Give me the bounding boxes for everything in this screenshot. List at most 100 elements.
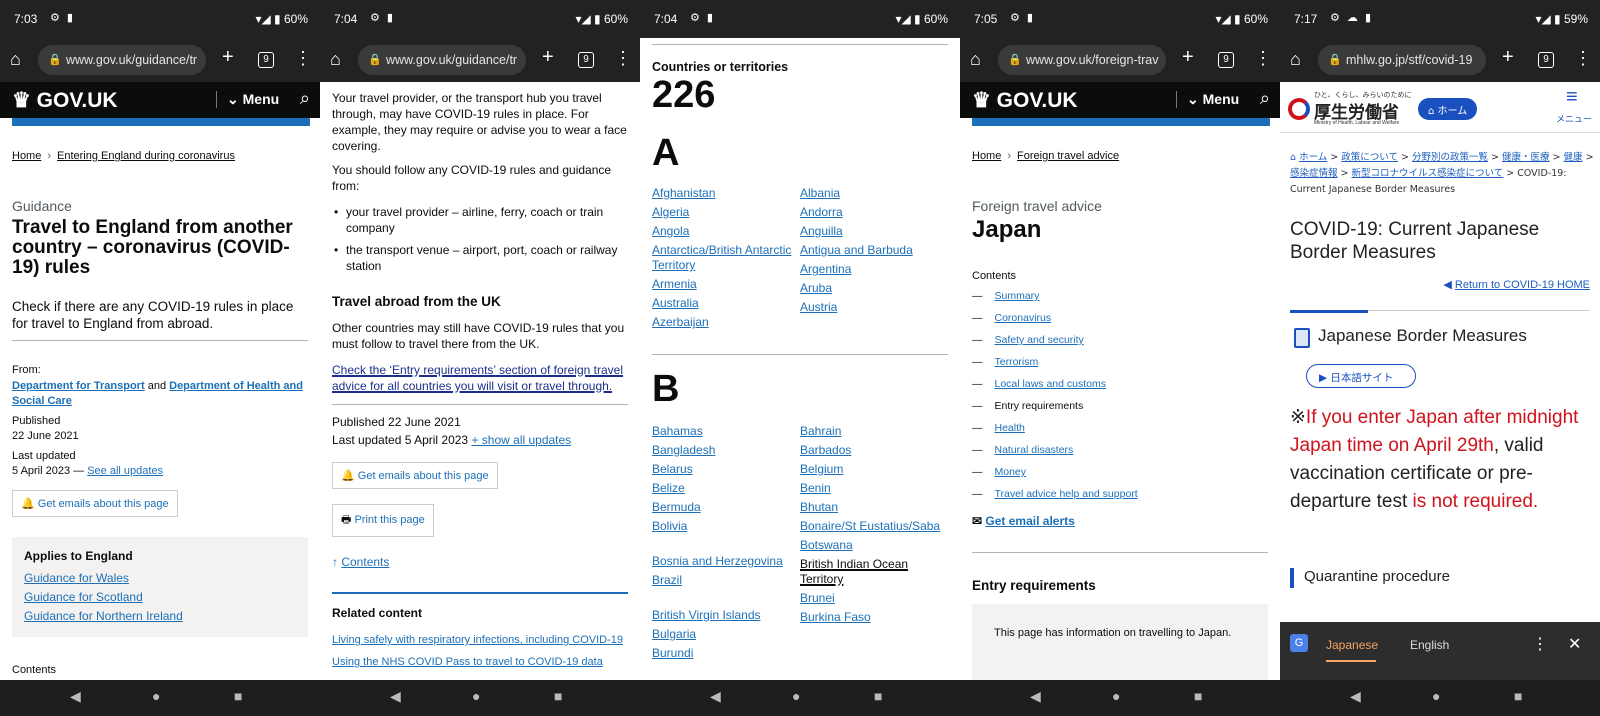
get-emails-button[interactable]: 🔔 Get emails about this page	[332, 462, 498, 489]
back-icon[interactable]: ◀	[1350, 688, 1361, 705]
breadcrumb-home[interactable]: Home	[12, 150, 41, 162]
country-link[interactable]: Bermuda	[652, 500, 797, 515]
tab-count-button[interactable]: 9	[578, 52, 594, 68]
country-link[interactable]: Argentina	[800, 262, 950, 277]
menu-label[interactable]: メニュー	[1556, 112, 1592, 125]
country-link[interactable]: Bahamas	[652, 424, 797, 439]
breadcrumb-item[interactable]: 健康	[1564, 152, 1583, 163]
related-link[interactable]: Living safely with respiratory infection…	[332, 634, 623, 646]
recents-icon[interactable]: ■	[1194, 688, 1202, 704]
contents-item[interactable]: — Summary	[972, 290, 1268, 312]
tab-count-button[interactable]: 9	[258, 52, 274, 68]
country-link[interactable]: Antigua and Barbuda	[800, 243, 950, 258]
country-link[interactable]: Botswana	[800, 538, 950, 553]
back-icon[interactable]: ◀	[70, 688, 81, 705]
contents-item[interactable]: — Money	[972, 466, 1268, 488]
contents-item[interactable]: — Health	[972, 422, 1268, 444]
country-link[interactable]: Barbados	[800, 443, 950, 458]
recents-icon[interactable]: ■	[234, 688, 242, 704]
address-bar[interactable]: 🔒 www.gov.uk/foreign-trav	[998, 45, 1166, 75]
more-options-icon[interactable]: ⋮	[1254, 48, 1272, 69]
contents-back-link[interactable]: ↑ Contents	[332, 554, 389, 570]
address-bar[interactable]: 🔒 mhlw.go.jp/stf/covid-19	[1318, 45, 1486, 75]
country-link[interactable]: Albania	[800, 186, 950, 201]
breadcrumb-item[interactable]: 分野別の政策一覧	[1412, 152, 1488, 163]
more-options-icon[interactable]: ⋮	[294, 48, 312, 69]
guidance-wales-link[interactable]: Guidance for Wales	[24, 569, 183, 588]
country-link[interactable]: Bolivia	[652, 519, 797, 534]
govuk-logo[interactable]: ♛ GOV.UK	[12, 88, 118, 113]
recents-icon[interactable]: ■	[554, 688, 562, 704]
country-link[interactable]: Antarctica/British Antarctic Territory	[652, 243, 797, 273]
menu-button[interactable]: ⌄ Menu	[1176, 91, 1239, 108]
menu-button[interactable]: ⌄ Menu	[216, 91, 279, 108]
new-tab-icon[interactable]: +	[1502, 46, 1514, 69]
back-icon[interactable]: ◀	[710, 688, 721, 705]
return-home-link[interactable]: ◀ Return to COVID-19 HOME	[1443, 278, 1590, 291]
country-link[interactable]: Bosnia and Herzegovina	[652, 554, 797, 569]
translate-lang-japanese[interactable]: Japanese	[1326, 638, 1378, 652]
contents-item[interactable]: — Natural disasters	[972, 444, 1268, 466]
get-emails-button[interactable]: 🔔 Get emails about this page	[12, 490, 178, 517]
country-link[interactable]: Afghanistan	[652, 186, 797, 201]
home-icon[interactable]: ⌂	[330, 49, 341, 70]
country-link[interactable]: Belgium	[800, 462, 950, 477]
email-alerts-link[interactable]: ✉ Get email alerts	[972, 514, 1075, 528]
new-tab-icon[interactable]: +	[1182, 46, 1194, 69]
country-link[interactable]: Bulgaria	[652, 627, 797, 642]
country-link[interactable]: Bhutan	[800, 500, 950, 515]
guidance-scotland-link[interactable]: Guidance for Scotland	[24, 588, 183, 607]
tab-count-button[interactable]: 9	[1538, 52, 1554, 68]
country-link[interactable]: Austria	[800, 300, 950, 315]
country-link[interactable]: Anguilla	[800, 224, 950, 239]
back-icon[interactable]: ◀	[1030, 688, 1041, 705]
country-link[interactable]: Bangladesh	[652, 443, 797, 458]
breadcrumb-current[interactable]: Foreign travel advice	[1017, 150, 1119, 162]
hamburger-icon[interactable]: ≡	[1566, 87, 1578, 107]
breadcrumb-item[interactable]: ホーム	[1299, 152, 1327, 163]
recents-icon[interactable]: ■	[874, 688, 882, 704]
home-icon[interactable]: ⌂	[1290, 49, 1301, 70]
contents-item[interactable]: — Safety and security	[972, 334, 1268, 356]
country-link[interactable]: British Virgin Islands	[652, 608, 797, 623]
home-icon[interactable]: ⌂	[10, 49, 21, 70]
breadcrumb-item[interactable]: 感染症情報	[1290, 168, 1338, 179]
breadcrumb-item[interactable]: 新型コロナウイルス感染症について	[1352, 168, 1504, 179]
country-link[interactable]: Azerbaijan	[652, 315, 797, 330]
breadcrumb-item[interactable]: 政策について	[1341, 152, 1398, 163]
contents-item[interactable]: — Local laws and customs	[972, 378, 1268, 400]
see-all-updates-link[interactable]: See all updates	[87, 465, 163, 477]
country-link[interactable]: Andorra	[800, 205, 950, 220]
translate-lang-english[interactable]: English	[1410, 638, 1449, 652]
japanese-site-button[interactable]: ▶ 日本語サイト	[1306, 364, 1416, 388]
new-tab-icon[interactable]: +	[542, 46, 554, 69]
country-link[interactable]: Algeria	[652, 205, 797, 220]
country-link[interactable]: Australia	[652, 296, 797, 311]
close-icon[interactable]: ✕	[1568, 634, 1581, 654]
back-icon[interactable]: ◀	[390, 688, 401, 705]
address-bar[interactable]: 🔒 www.gov.uk/guidance/tr	[38, 45, 206, 75]
breadcrumb-current[interactable]: Entering England during coronavirus	[57, 150, 235, 162]
country-link[interactable]: Belarus	[652, 462, 797, 477]
tab-count-button[interactable]: 9	[1218, 52, 1234, 68]
new-tab-icon[interactable]: +	[222, 46, 234, 69]
country-link[interactable]: Brazil	[652, 573, 797, 588]
country-link[interactable]: Benin	[800, 481, 950, 496]
country-link[interactable]: Burkina Faso	[800, 610, 950, 625]
country-link-focused[interactable]: British Indian Ocean Territory	[800, 557, 950, 587]
more-options-icon[interactable]: ⋮	[1574, 48, 1592, 69]
contents-item[interactable]: — Coronavirus	[972, 312, 1268, 334]
home-button[interactable]: ⌂ ホーム	[1418, 98, 1478, 120]
search-icon[interactable]: ⌕	[300, 88, 310, 109]
home-button-icon[interactable]: ●	[152, 688, 160, 704]
home-button-icon[interactable]: ●	[472, 688, 480, 704]
home-icon[interactable]: ⌂	[970, 49, 981, 70]
related-link[interactable]: Using the NHS COVID Pass to travel to CO…	[332, 656, 603, 668]
address-bar[interactable]: 🔒 www.gov.uk/guidance/tr	[358, 45, 526, 75]
country-link[interactable]: Bonaire/St Eustatius/Saba	[800, 519, 950, 534]
print-button[interactable]: 🖶 Print this page	[332, 504, 434, 537]
breadcrumb-item[interactable]: 健康・医療	[1502, 152, 1550, 163]
search-icon[interactable]: ⌕	[1260, 88, 1270, 109]
guidance-ni-link[interactable]: Guidance for Northern Ireland	[24, 607, 183, 626]
home-button-icon[interactable]: ●	[792, 688, 800, 704]
